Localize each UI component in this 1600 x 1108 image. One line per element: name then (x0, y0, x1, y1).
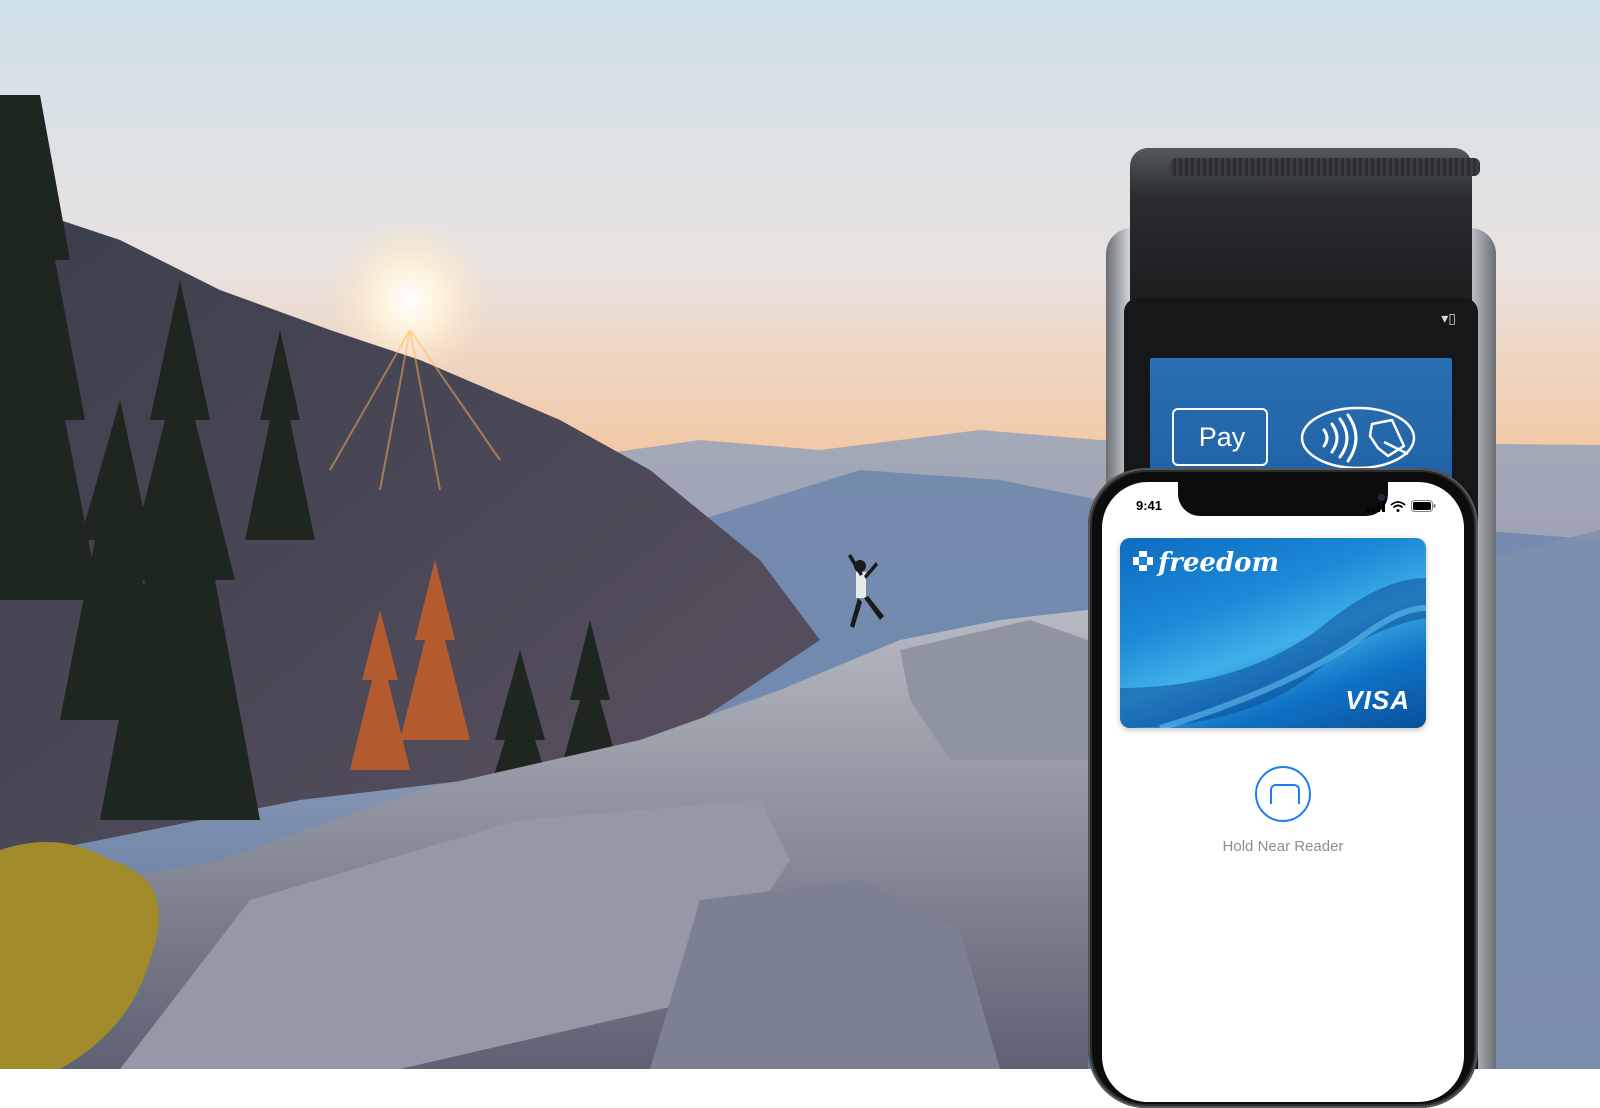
hold-near-reader-icon (1255, 766, 1311, 822)
status-time: 9:41 (1136, 498, 1163, 513)
phone-screen: 9:41 freedom VISA Hold Near Reader (1102, 482, 1464, 1102)
smartphone: 9:41 freedom VISA Hold Near Reader (1088, 468, 1478, 1108)
phone-glyph-icon (1270, 784, 1300, 804)
hold-near-reader-label: Hold Near Reader (1222, 838, 1344, 855)
card-brand: freedom (1158, 548, 1279, 578)
card-slot-icon: ▾▯ (1441, 310, 1456, 326)
chase-octagon-icon (1133, 551, 1153, 571)
card-network-visa: VISA (1345, 685, 1410, 715)
terminal-printer-head (1130, 148, 1480, 308)
contactless-icon (1300, 406, 1416, 470)
receipt-slot (1170, 158, 1480, 176)
status-icons (1367, 500, 1436, 512)
battery-icon (1411, 500, 1436, 512)
apple-pay-label: Pay (1198, 421, 1246, 452)
phone-notch (1178, 482, 1388, 516)
signal-icon (1367, 501, 1385, 512)
credit-card[interactable]: freedom VISA (1120, 538, 1426, 728)
apple-pay-badge: Pay (1172, 408, 1268, 466)
wifi-icon (1390, 501, 1406, 512)
